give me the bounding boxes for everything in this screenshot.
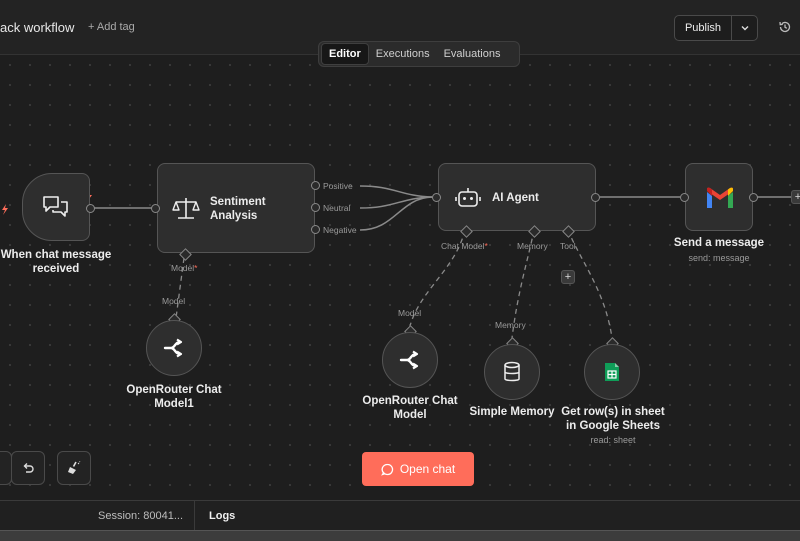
sentiment-label-line1: Sentiment bbox=[210, 196, 266, 208]
view-tabs: Editor Executions Evaluations bbox=[318, 41, 520, 67]
google-sheets-node[interactable] bbox=[584, 344, 640, 400]
gmail-icon bbox=[707, 187, 733, 208]
openrouter1-label-line1: OpenRouter Chat bbox=[126, 384, 222, 396]
add-next-node-button[interactable]: + bbox=[791, 190, 800, 204]
tab-executions[interactable]: Executions bbox=[369, 44, 437, 64]
gmail-output-port[interactable] bbox=[749, 193, 758, 202]
memory-connector-label: Memory bbox=[495, 320, 526, 330]
session-label: Session: 80041... bbox=[98, 510, 184, 522]
output-neutral-label: Neutral bbox=[323, 203, 351, 213]
sheets-label-line2: in Google Sheets bbox=[566, 420, 660, 432]
sentiment-input-port[interactable] bbox=[151, 204, 160, 213]
gmail-node[interactable] bbox=[685, 163, 753, 231]
openrouter1-node[interactable] bbox=[146, 320, 202, 376]
google-sheets-label: Get row(s) in sheet in Google Sheets bbox=[552, 405, 674, 433]
google-sheets-icon bbox=[605, 363, 619, 381]
trigger-label: When chat message received bbox=[0, 248, 112, 276]
broom-icon bbox=[68, 461, 81, 474]
agent-chat-model-label: Chat Model* bbox=[441, 241, 488, 251]
openrouter1-label: OpenRouter Chat Model1 bbox=[118, 383, 230, 411]
history-icon[interactable] bbox=[778, 20, 792, 39]
agent-chat-model-text: Chat Model bbox=[441, 241, 485, 251]
output-positive-label: Positive bbox=[323, 181, 353, 191]
tab-evaluations[interactable]: Evaluations bbox=[437, 44, 508, 64]
database-icon bbox=[504, 361, 520, 382]
publish-dropdown-button[interactable] bbox=[732, 16, 757, 40]
tidy-up-button[interactable] bbox=[57, 451, 91, 485]
resize-strip[interactable] bbox=[0, 530, 800, 541]
scales-icon bbox=[172, 198, 200, 219]
undo-icon bbox=[23, 463, 34, 473]
add-tag-button[interactable]: + Add tag bbox=[88, 21, 135, 33]
openrouter2-node[interactable] bbox=[382, 332, 438, 388]
sentiment-positive-port[interactable] bbox=[311, 181, 320, 190]
open-chat-button[interactable]: Open chat bbox=[362, 452, 474, 486]
gmail-label: Send a message bbox=[673, 237, 765, 249]
sentiment-neutral-port[interactable] bbox=[311, 203, 320, 212]
ai-agent-label: AI Agent bbox=[492, 192, 539, 204]
chat-bubbles-icon bbox=[43, 196, 68, 217]
trigger-label-line2: received bbox=[32, 263, 80, 275]
open-chat-label: Open chat bbox=[399, 462, 456, 476]
chevron-down-icon bbox=[741, 26, 748, 31]
robot-icon bbox=[455, 188, 481, 207]
agent-output-port[interactable] bbox=[591, 193, 600, 202]
ai-agent-node[interactable]: AI Agent bbox=[438, 163, 596, 231]
sentiment-model-port-label: Model* bbox=[171, 263, 198, 273]
openrouter1-connector-label: Model bbox=[162, 296, 186, 306]
tab-editor[interactable]: Editor bbox=[321, 43, 369, 65]
publish-group: Publish bbox=[674, 15, 758, 41]
logs-bar: Session: 80041... Logs bbox=[0, 500, 800, 531]
trigger-label-line1: When chat message bbox=[0, 249, 112, 261]
workflow-canvas[interactable] bbox=[0, 55, 800, 500]
chat-bubble-icon bbox=[380, 463, 393, 476]
add-tool-button[interactable]: + bbox=[561, 270, 575, 284]
trigger-output-port[interactable] bbox=[86, 204, 95, 213]
sheets-label-line1: Get row(s) in sheet bbox=[561, 406, 665, 418]
openrouter2-connector-label: Model bbox=[398, 308, 422, 318]
output-negative-label: Negative bbox=[323, 225, 357, 235]
trigger-node[interactable] bbox=[22, 173, 90, 241]
workflow-title[interactable]: ack workflow bbox=[0, 20, 74, 35]
sentiment-model-port-text: Model bbox=[171, 263, 195, 273]
sentiment-negative-port[interactable] bbox=[311, 225, 320, 234]
openrouter2-label: OpenRouter Chat Model bbox=[354, 394, 466, 422]
undo-button[interactable] bbox=[11, 451, 45, 485]
openrouter2-label-line2: Model bbox=[393, 409, 427, 421]
agent-memory-label: Memory bbox=[517, 241, 548, 251]
openrouter1-label-line2: Model1 bbox=[154, 398, 194, 410]
openrouter-icon bbox=[399, 350, 419, 370]
publish-button[interactable]: Publish bbox=[675, 16, 732, 40]
simple-memory-node[interactable] bbox=[484, 344, 540, 400]
agent-tool-label: Tool bbox=[560, 241, 576, 251]
sentiment-label-line2: Analysis bbox=[210, 210, 258, 222]
openrouter2-label-line1: OpenRouter Chat bbox=[362, 395, 458, 407]
openrouter-icon bbox=[163, 338, 183, 358]
agent-input-port[interactable] bbox=[432, 193, 441, 202]
gmail-caption: send: message bbox=[688, 253, 750, 263]
sheets-caption: read: sheet bbox=[590, 435, 636, 445]
gmail-input-port[interactable] bbox=[680, 193, 689, 202]
sentiment-analysis-node[interactable]: Sentiment Analysis bbox=[157, 163, 315, 253]
logs-tab[interactable]: Logs bbox=[194, 501, 235, 531]
